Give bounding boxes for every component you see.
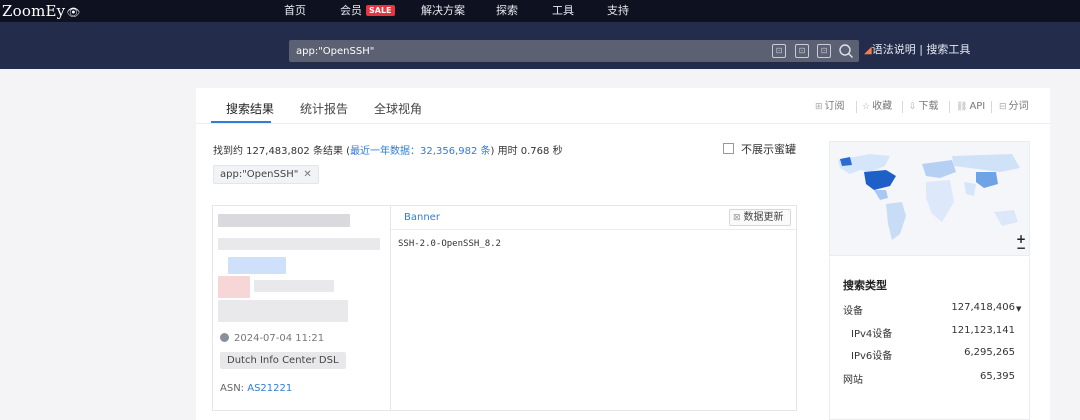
- tokenize-button[interactable]: ⊟ 分词: [999, 100, 1029, 114]
- type-count: 121,123,141: [951, 325, 1015, 336]
- ip-scan-icon[interactable]: ⊡: [772, 44, 786, 58]
- filter-chip-label: app:"OpenSSH": [220, 169, 299, 180]
- redacted-text: [218, 238, 380, 250]
- nav-support[interactable]: 支持: [607, 0, 629, 22]
- favorite-label: 收藏: [872, 101, 893, 112]
- nav-membership[interactable]: 会员 SALE: [340, 0, 395, 22]
- type-row-websites[interactable]: 网站 65,395: [843, 371, 1015, 386]
- tokenize-label: 分词: [1008, 101, 1029, 112]
- domain-scan-icon[interactable]: ⊡: [817, 44, 831, 58]
- subscribe-label: 订阅: [824, 101, 845, 112]
- search-types-title: 搜索类型: [843, 279, 887, 292]
- result-time: 2024-07-04 11:21: [220, 333, 324, 344]
- honeypot-label[interactable]: 不展示蜜罐: [741, 141, 796, 157]
- search-tools-link[interactable]: 搜索工具: [926, 43, 970, 56]
- tab-search-results[interactable]: 搜索结果: [226, 100, 274, 120]
- clock-icon: [220, 333, 229, 342]
- nav-tools[interactable]: 工具: [552, 0, 574, 22]
- tab-global-view[interactable]: 全球视角: [374, 100, 422, 120]
- download-icon: ⇩: [909, 102, 917, 112]
- filter-chip[interactable]: app:"OpenSSH" ✕: [213, 165, 319, 184]
- nav-membership-label: 会员: [340, 4, 362, 17]
- syntax-help-link[interactable]: 语法说明: [872, 43, 916, 56]
- triangle-down-icon[interactable]: ▼: [1016, 305, 1021, 313]
- nav-explore[interactable]: 探索: [496, 0, 518, 22]
- redacted-text: [218, 300, 348, 322]
- world-map-graphic: [830, 142, 1029, 255]
- download-label: 下载: [918, 101, 939, 112]
- type-label: 网站: [843, 375, 863, 386]
- tab-statistics[interactable]: 统计报告: [300, 100, 348, 120]
- type-label: 设备: [843, 306, 863, 317]
- type-row-ipv6[interactable]: IPv6设备 6,295,265: [843, 347, 1015, 362]
- nav-home[interactable]: 首页: [284, 0, 306, 22]
- toolbar-separator: [856, 101, 857, 113]
- help-links: ◢语法说明 | 搜索工具: [864, 43, 971, 56]
- subscribe-button[interactable]: ⊞ 订阅: [815, 100, 845, 114]
- toolbar-separator: [902, 101, 903, 113]
- asn-label: ASN:: [220, 383, 245, 394]
- banner-header-divider: [391, 229, 796, 230]
- recent-year-link[interactable]: 最近一年数据：32,356,982 条: [350, 146, 490, 157]
- update-data-button[interactable]: ⊠ 数据更新: [729, 209, 791, 226]
- tab-divider: [196, 123, 1050, 124]
- result-time-text: 2024-07-04 11:21: [234, 333, 325, 344]
- cidr-scan-icon[interactable]: ⊡: [795, 44, 809, 58]
- world-map[interactable]: [829, 141, 1030, 256]
- summary-prefix: 找到约 127,483,802 条结果 (: [213, 146, 351, 157]
- type-row-devices[interactable]: 设备 127,418,406: [843, 302, 1015, 317]
- asn-info: ASN: AS21221: [220, 383, 292, 394]
- organization-tag[interactable]: Dutch Info Center DSL: [220, 352, 346, 369]
- honeypot-checkbox[interactable]: [723, 143, 734, 154]
- tokenize-icon: ⊟: [999, 102, 1007, 112]
- zoomeye-logo[interactable]: ZoomEy👁: [2, 0, 81, 22]
- redacted-text: [218, 276, 250, 298]
- type-label: IPv6设备: [851, 351, 893, 362]
- logo-text: ZoomEy: [2, 2, 66, 20]
- summary-suffix: ) 用时 0.768 秒: [490, 146, 563, 157]
- link-icon: ⛓: [956, 102, 968, 112]
- redacted-text: [228, 257, 286, 274]
- api-button[interactable]: ⛓ API: [956, 100, 985, 114]
- nav-solutions[interactable]: 解决方案: [421, 0, 465, 22]
- star-icon: ☆: [862, 102, 871, 112]
- flame-icon: ◢: [864, 45, 872, 56]
- asn-link[interactable]: AS21221: [247, 383, 292, 394]
- type-count: 65,395: [980, 371, 1015, 382]
- type-label: IPv4设备: [851, 329, 893, 340]
- zoom-out-button[interactable]: −: [1016, 241, 1026, 255]
- download-button[interactable]: ⇩ 下载: [909, 100, 939, 114]
- type-count: 127,418,406: [951, 302, 1015, 313]
- result-divider: [390, 206, 391, 410]
- search-input[interactable]: [289, 40, 759, 62]
- toolbar-separator: [991, 101, 992, 113]
- type-count: 6,295,265: [964, 347, 1015, 358]
- redacted-text: [254, 280, 334, 292]
- favorite-button[interactable]: ☆ 收藏: [862, 100, 892, 114]
- close-icon[interactable]: ✕: [303, 169, 311, 180]
- api-label: API: [969, 101, 986, 112]
- update-data-label: 数据更新: [743, 212, 784, 223]
- sale-badge: SALE: [366, 5, 395, 16]
- toolbar-separator: [949, 101, 950, 113]
- top-nav: [0, 0, 1080, 22]
- banner-text: SSH-2.0-OpenSSH_8.2: [398, 239, 501, 249]
- type-row-ipv4[interactable]: IPv4设备 121,123,141: [843, 325, 1015, 340]
- result-summary: 找到约 127,483,802 条结果 (最近一年数据：32,356,982 条…: [213, 142, 563, 157]
- eye-icon: 👁: [66, 6, 81, 19]
- refresh-icon: ⊠: [733, 213, 741, 223]
- banner-tab[interactable]: Banner: [404, 212, 440, 223]
- search-icon[interactable]: [838, 43, 854, 59]
- subscribe-icon: ⊞: [815, 102, 823, 112]
- redacted-ip: [218, 214, 350, 227]
